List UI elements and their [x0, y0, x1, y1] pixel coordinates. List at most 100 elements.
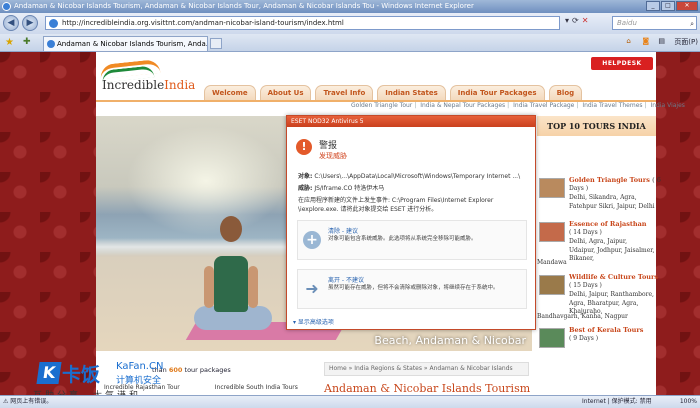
search-icon[interactable]: ⌕ — [690, 18, 694, 30]
hero-person-arm-right — [248, 266, 258, 308]
breadcrumb[interactable]: Home » India Regions & States » Andaman … — [324, 362, 529, 376]
ignore-option-desc: 虽然可能存在威胁，但将不会清除或删除对象，将继续存在于系统中。 — [328, 285, 499, 291]
alert-subtitle: 发现威胁 — [319, 152, 347, 160]
page-viewport: IncredibleIndia HELPDESK Welcome About U… — [0, 52, 700, 395]
eset-titlebar: ESET NOD32 Antivirus 5 — [287, 116, 535, 127]
clean-option-button[interactable]: + 清除 - 建议 对象可能包含系统威胁。此选项将从系统完全移除可能威胁。 — [297, 220, 527, 260]
window-titlebar: Andaman & Nicobar Islands Tourism, Andam… — [0, 0, 700, 13]
security-zone[interactable]: Internet | 保护模式: 禁用 — [582, 396, 652, 408]
page-menu[interactable]: 页面(P) — [674, 37, 698, 47]
ie-icon — [2, 2, 11, 11]
tour-places-extra: Mandawa — [537, 259, 567, 266]
tab-active[interactable]: Andaman & Nicobar Islands Tourism, Anda.… — [43, 36, 208, 51]
dropdown-icon[interactable]: ▾ — [565, 16, 569, 25]
hero-person-arm-left — [204, 266, 214, 308]
arrow-right-icon: ➜ — [305, 279, 319, 298]
subnav-travel-themes[interactable]: India Travel Themes — [582, 102, 642, 109]
tour-days: ( 9 Days ) — [569, 335, 599, 342]
favorites-star-icon[interactable]: ★ — [5, 37, 14, 48]
home-icon[interactable]: ⌂ — [626, 37, 636, 47]
advanced-options-link[interactable]: ▾ 显示高级选项 — [293, 317, 334, 326]
address-bar[interactable]: http://incredibleindia.org.visittnt.com/… — [45, 16, 560, 30]
address-controls: ▾ ⟳ ✕ — [565, 16, 588, 25]
status-bar: ⚠ 网页上有错误。 Internet | 保护模式: 禁用 100% — [0, 395, 700, 408]
sub-nav: Golden Triangle Tour | India & Nepal Tour… — [351, 102, 685, 109]
page-title: Andaman & Nicobar Islands Tourism — [324, 382, 531, 395]
tour-places: Delhi, Sikandra, Agra, Fatehpur Sikri, J… — [569, 194, 655, 210]
tour-thumbnail — [539, 222, 565, 242]
tour-thumbnail — [539, 275, 565, 295]
stop-icon[interactable]: ✕ — [582, 16, 589, 25]
ignore-option-title: 离开 - 不建议 — [328, 277, 364, 284]
main-nav: Welcome About Us Travel Info Indian Stat… — [204, 85, 583, 100]
subnav-india-viajes[interactable]: India Viajes — [650, 102, 684, 109]
link-south-india-tours[interactable]: Incredible South India Tours — [215, 384, 298, 391]
command-bar: ⌂ ◙ ▤ 页面(P) — [626, 37, 698, 47]
kafan-logo-icon: K — [36, 362, 62, 384]
hero-person-body — [214, 256, 248, 312]
threat-line: 威胁: JS/Iframe.CO 特洛伊木马 — [298, 185, 385, 192]
nav-welcome[interactable]: Welcome — [204, 85, 256, 100]
incredible-india-logo[interactable]: IncredibleIndia — [99, 58, 195, 98]
top-tours-panel: TOP 10 TOURS INDIA Golden Triangle Tours… — [537, 116, 661, 395]
tour-thumbnail — [539, 328, 565, 348]
url-text: http://incredibleindia.org.visittnt.com/… — [62, 19, 344, 27]
tour-name[interactable]: Wildlife & Culture Tours — [569, 273, 658, 281]
page-icon — [49, 19, 58, 28]
ignore-option-button[interactable]: ➜ 离开 - 不建议 虽然可能存在威胁，但将不会清除或删除对象，将继续存在于系统… — [297, 269, 527, 309]
tour-name[interactable]: Golden Triangle Tours ( 6 — [569, 176, 661, 184]
alert-icon: ! — [296, 139, 312, 155]
subnav-travel-package[interactable]: India Travel Package — [513, 102, 574, 109]
tour-days: ( 15 Days ) — [569, 282, 602, 289]
tab-toolbar: ★ ✚ Andaman & Nicobar Islands Tourism, A… — [0, 34, 700, 52]
logo-text: IncredibleIndia — [102, 78, 196, 92]
hero-caption: Beach, Andaman & Nicobar — [374, 334, 526, 347]
zoom-level[interactable]: 100% — [680, 396, 697, 408]
minimize-button[interactable]: _ — [646, 1, 660, 11]
clean-option-desc: 对象可能包含系统威胁。此选项将从系统完全移除可能威胁。 — [328, 236, 477, 242]
tour-thumbnail — [539, 178, 565, 198]
hero-sky-glow — [126, 126, 286, 236]
tour-days: Days ) — [569, 185, 589, 192]
address-toolbar: ◀ ▶ http://incredibleindia.org.visittnt.… — [0, 13, 700, 34]
watermark-subtitle: 计算机安全 — [116, 376, 162, 386]
close-button[interactable]: ✕ — [676, 1, 698, 11]
search-input[interactable]: Baidu ⌕ — [612, 16, 697, 30]
watermark-brand: KaFan.CN — [116, 361, 164, 372]
refresh-icon[interactable]: ⟳ — [572, 16, 579, 25]
back-button[interactable]: ◀ — [3, 15, 19, 31]
nav-blog[interactable]: Blog — [548, 85, 583, 100]
watermark-cn-title: 卡饭 — [62, 364, 101, 386]
window-controls: _ □ ✕ — [646, 1, 698, 11]
nav-tour-packages[interactable]: India Tour Packages — [449, 85, 545, 100]
eset-alert-window: ESET NOD32 Antivirus 5 ! 警报 发现威胁 对象: C:\… — [286, 115, 536, 330]
nav-about-us[interactable]: About Us — [259, 85, 312, 100]
feeds-icon[interactable]: ◙ — [642, 37, 652, 47]
forward-button[interactable]: ▶ — [22, 15, 38, 31]
subnav-golden-triangle[interactable]: Golden Triangle Tour — [351, 102, 412, 109]
tour-places: Delhi, Agra, Jaipur, Udaipur, Jodhpur, J… — [569, 238, 655, 262]
subnav-india-nepal[interactable]: India & Nepal Tour Packages — [420, 102, 505, 109]
object-line: 对象: C:\Users\...\AppData\Local\Microsoft… — [298, 173, 521, 180]
tour-name[interactable]: Essence of Rajasthan — [569, 220, 647, 228]
alert-title: 警报 — [319, 141, 338, 151]
tour-days: ( 14 Days ) — [569, 229, 602, 236]
nav-travel-info[interactable]: Travel Info — [315, 85, 374, 100]
plus-icon: + — [303, 231, 321, 249]
top-tours-title: TOP 10 TOURS INDIA — [537, 116, 656, 136]
helpdesk-button[interactable]: HELPDESK — [591, 57, 653, 70]
print-icon[interactable]: ▤ — [658, 37, 668, 47]
window-title: Andaman & Nicobar Islands Tourism, Andam… — [14, 2, 474, 10]
search-placeholder: Baidu — [617, 19, 637, 27]
tab-icon — [47, 40, 55, 48]
maximize-button[interactable]: □ — [661, 1, 675, 11]
new-tab-button[interactable] — [210, 38, 222, 49]
hero-person-head — [220, 216, 242, 242]
nav-indian-states[interactable]: Indian States — [377, 85, 446, 100]
tour-name[interactable]: Best of Kerala Tours — [569, 326, 643, 334]
status-text[interactable]: ⚠ 网页上有错误。 — [3, 396, 52, 408]
tour-places-extra: Bandhavgarh, Kanha, Nagpur — [537, 313, 628, 320]
description-line-2: \iexplore.exe. 请将此对象提交给 ESET 进行分析。 — [298, 206, 438, 213]
clean-option-title: 清除 - 建议 — [328, 228, 358, 235]
add-favorites-icon[interactable]: ✚ — [23, 37, 31, 47]
